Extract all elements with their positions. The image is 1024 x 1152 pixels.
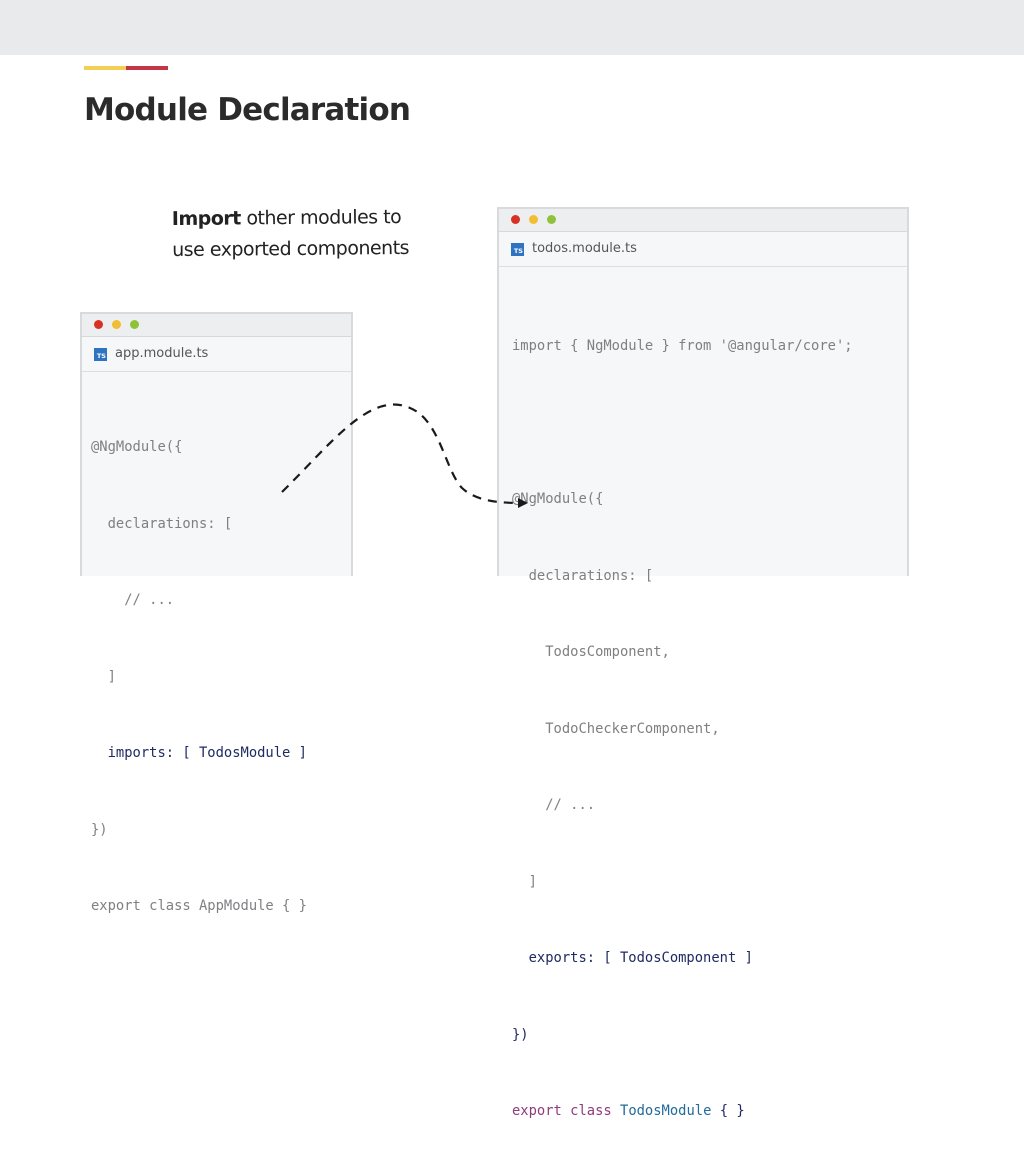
- code-line: import { NgModule } from '@angular/core'…: [512, 338, 853, 354]
- file-name: app.module.ts: [115, 346, 209, 361]
- class-body: { }: [719, 1103, 745, 1119]
- code-line: // ...: [512, 797, 596, 813]
- note-line-1-rest: other modules to: [240, 206, 402, 230]
- close-dot-icon[interactable]: [94, 320, 103, 329]
- code-line-exports: exports: [ TodosComponent ]: [512, 950, 753, 966]
- app-module-window: TS app.module.ts @NgModule({ declaration…: [80, 312, 353, 914]
- handwritten-note: Import other modules to use exported com…: [172, 202, 409, 266]
- window-title-bar: [499, 209, 907, 232]
- minimize-dot-icon[interactable]: [529, 215, 539, 224]
- code-line: declarations: [: [512, 567, 654, 584]
- window-title-bar: [82, 314, 351, 337]
- note-line-1: Import other modules to: [172, 202, 409, 235]
- top-bar: [0, 0, 1024, 55]
- file-tab[interactable]: TS todos.module.ts: [499, 232, 907, 267]
- code-block: import { NgModule } from '@angular/core'…: [499, 267, 907, 1152]
- code-block: @NgModule({ declarations: [ // ... ] imp…: [82, 372, 351, 971]
- code-line: ]: [91, 668, 116, 685]
- code-line: TodoCheckerComponent,: [512, 720, 720, 737]
- code-line: @NgModule({: [512, 491, 604, 507]
- code-line: @NgModule({: [91, 439, 183, 455]
- class-name: TodosModule: [620, 1103, 712, 1119]
- code-line-imports: imports: [ TodosModule ]: [91, 745, 307, 761]
- typescript-file-icon: TS: [511, 243, 524, 256]
- code-line: }): [91, 821, 108, 838]
- slide-title: Module Declaration: [84, 92, 411, 128]
- todos-module-window: TS todos.module.ts import { NgModule } f…: [497, 207, 909, 1119]
- maximize-dot-icon[interactable]: [547, 215, 557, 224]
- code-line: TodosComponent,: [512, 644, 670, 660]
- code-line-export-class: export class TodosModule { }: [512, 1099, 907, 1125]
- note-line-2: use exported components: [172, 236, 410, 262]
- file-name: todos.module.ts: [532, 241, 637, 256]
- code-line: export class AppModule { }: [91, 898, 307, 914]
- close-dot-icon[interactable]: [511, 215, 520, 224]
- file-tab[interactable]: TS app.module.ts: [82, 337, 351, 372]
- keyword-export: export: [512, 1103, 562, 1119]
- code-line: declarations: [: [91, 515, 233, 532]
- maximize-dot-icon[interactable]: [130, 320, 140, 329]
- code-line: ]: [512, 873, 537, 890]
- typescript-file-icon: TS: [94, 348, 107, 361]
- code-line: }): [512, 1026, 529, 1043]
- keyword-class: class: [570, 1103, 612, 1119]
- note-bold-word: Import: [171, 207, 241, 231]
- accent-line-yellow: [84, 66, 126, 70]
- code-line: // ...: [91, 592, 175, 608]
- minimize-dot-icon[interactable]: [112, 320, 122, 329]
- accent-line-red: [126, 66, 168, 70]
